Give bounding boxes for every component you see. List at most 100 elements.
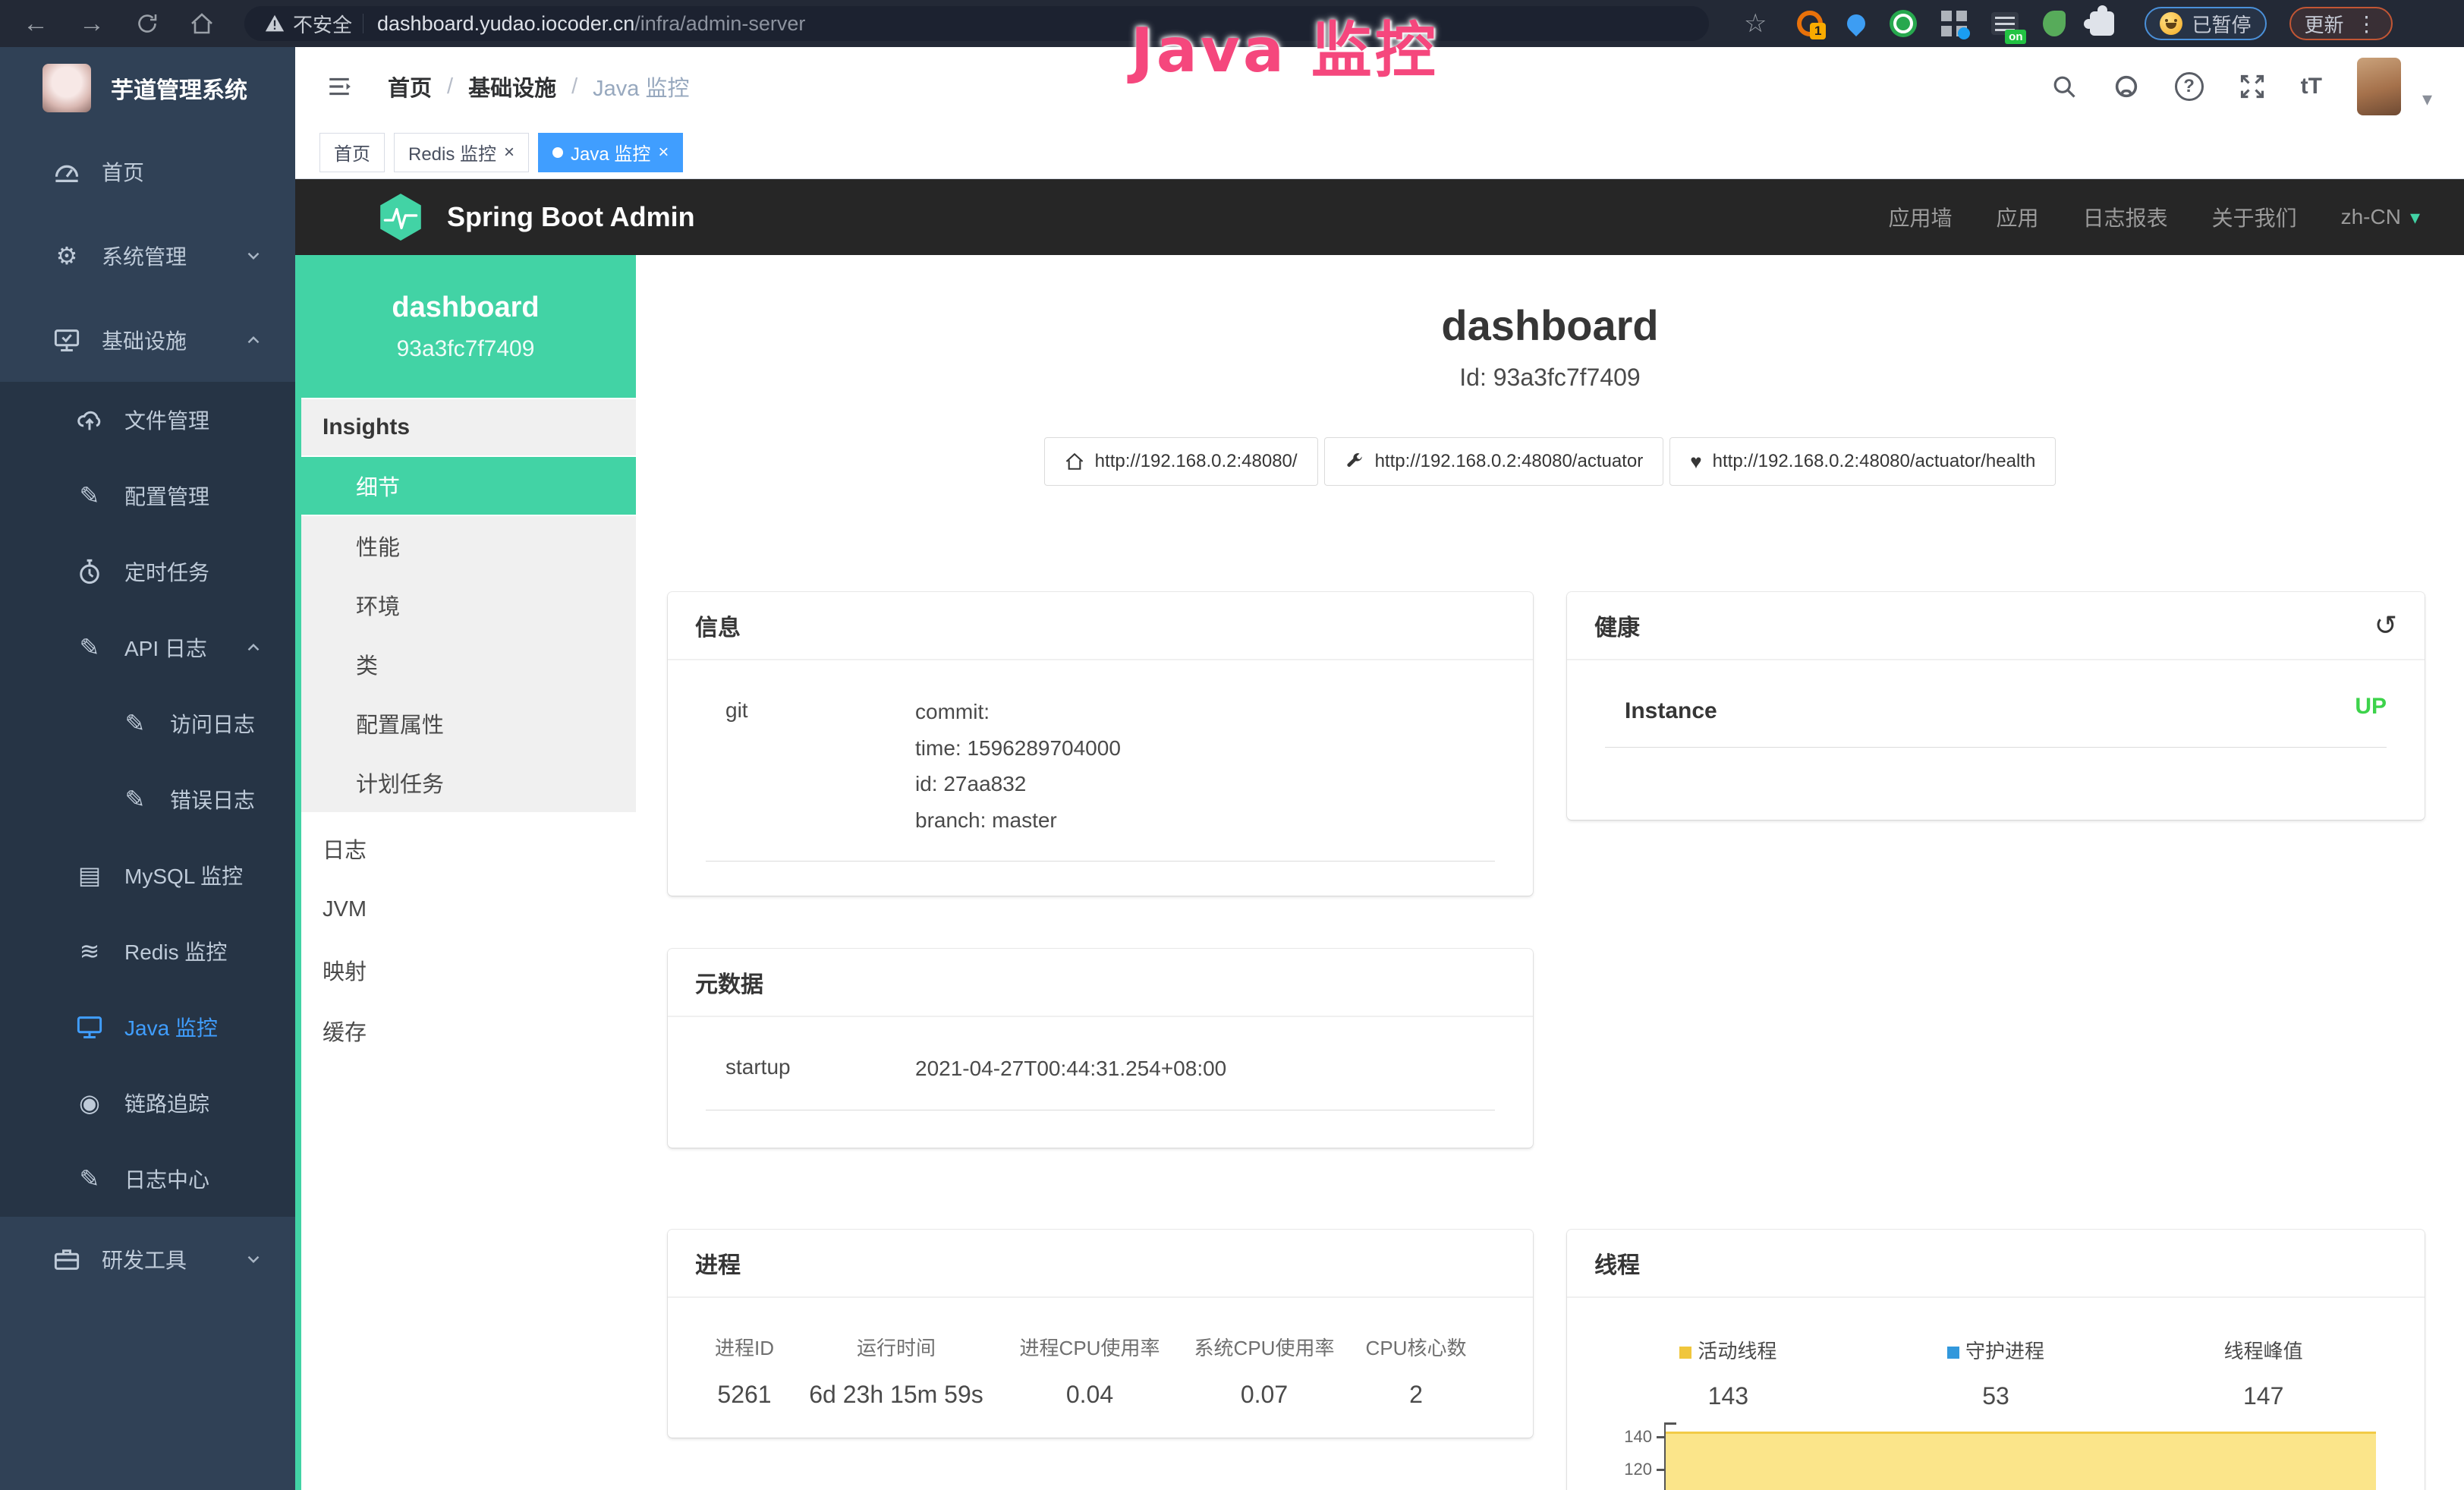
- history-icon[interactable]: ↺: [2374, 610, 2397, 641]
- sba-menu-config-props[interactable]: 配置属性: [295, 694, 636, 753]
- sidebar-item-label: 配置管理: [124, 480, 209, 511]
- profile-paused-chip[interactable]: 已暂停: [2145, 7, 2266, 40]
- extensions-puzzle-icon[interactable]: [2090, 11, 2114, 36]
- extension-list-icon[interactable]: on: [1991, 12, 2019, 35]
- tag-label: 首页: [334, 139, 370, 165]
- search-icon[interactable]: [2050, 73, 2078, 100]
- sba-menu-scheduled-tasks[interactable]: 计划任务: [295, 753, 636, 812]
- sidebar-item-scheduled-jobs[interactable]: 定时任务: [0, 534, 295, 610]
- app-sidebar: 芋道管理系统 首页 ⚙ 系统管理 基础设施 文件管理 ✎ 配置管理 定时任务 ✎…: [0, 47, 295, 1490]
- sidebar-item-java-monitor[interactable]: Java 监控: [0, 989, 295, 1065]
- font-size-icon[interactable]: tT: [2301, 74, 2322, 99]
- metadata-key: startup: [725, 1051, 915, 1087]
- process-card-title: 进程: [668, 1230, 1533, 1298]
- tag-home[interactable]: 首页: [319, 133, 385, 172]
- browser-forward-button[interactable]: →: [79, 11, 105, 36]
- sidebar-item-api-log[interactable]: ✎ API 日志: [0, 610, 295, 685]
- hamburger-icon[interactable]: [324, 74, 354, 99]
- app-logo-row[interactable]: 芋道管理系统: [0, 47, 295, 129]
- breadcrumb-home[interactable]: 首页: [388, 71, 432, 102]
- health-url-button[interactable]: ♥ http://192.168.0.2:48080/actuator/heal…: [1669, 437, 2056, 486]
- col-cpus: CPU核心数: [1348, 1333, 1484, 1361]
- tag-java-monitor[interactable]: Java 监控 ×: [538, 133, 683, 172]
- sba-nav-applications[interactable]: 应用: [1997, 202, 2039, 232]
- extension-sprout-icon[interactable]: [2043, 11, 2066, 36]
- ytick-120: 120: [1624, 1461, 1652, 1478]
- fullscreen-icon[interactable]: [2239, 73, 2266, 100]
- sidebar-item-home[interactable]: 首页: [0, 129, 295, 213]
- instance-name: dashboard: [392, 291, 539, 324]
- sidebar-item-dev-tools[interactable]: 研发工具: [0, 1217, 295, 1301]
- sidebar-item-config-manage[interactable]: ✎ 配置管理: [0, 458, 295, 534]
- browser-update-button[interactable]: 更新 ⋮: [2289, 7, 2393, 40]
- sba-nav-journal[interactable]: 日志报表: [2083, 202, 2168, 232]
- sba-brand[interactable]: Spring Boot Admin: [376, 190, 695, 244]
- help-icon[interactable]: ?: [2175, 72, 2204, 101]
- metadata-value: 2021-04-27T00:44:31.254+08:00: [915, 1051, 1495, 1087]
- user-avatar[interactable]: [2357, 58, 2401, 115]
- sidebar-item-access-log[interactable]: ✎ 访问日志: [0, 685, 295, 761]
- breadcrumb-infra[interactable]: 基础设施: [468, 71, 556, 102]
- sba-menu-mappings[interactable]: 映射: [295, 940, 636, 1000]
- live-threads-area: [1666, 1432, 2376, 1490]
- browser-back-button[interactable]: ←: [23, 11, 49, 36]
- sba-menu-logs[interactable]: 日志: [295, 818, 636, 879]
- monitor-check-icon: [53, 326, 80, 354]
- health-instance-row[interactable]: Instance UP: [1605, 688, 2387, 748]
- extension-green-icon[interactable]: [1890, 10, 1917, 37]
- sba-menu-caches[interactable]: 缓存: [295, 1000, 636, 1061]
- tag-redis-monitor[interactable]: Redis 监控 ×: [394, 133, 529, 172]
- ytick-140: 140: [1624, 1429, 1652, 1445]
- extension-grid-icon[interactable]: [1941, 11, 1967, 36]
- extension-sync-icon[interactable]: 1: [1797, 11, 1823, 36]
- extension-on-badge: on: [2005, 30, 2026, 44]
- sidebar-item-file-manage[interactable]: 文件管理: [0, 382, 295, 458]
- sba-menu-environment[interactable]: 环境: [295, 575, 636, 635]
- sidebar-item-tracing[interactable]: ◉ 链路追踪: [0, 1065, 295, 1141]
- sba-menu-jvm[interactable]: JVM: [295, 879, 636, 940]
- sba-nav-about[interactable]: 关于我们: [2212, 202, 2297, 232]
- paused-label: 已暂停: [2192, 10, 2251, 38]
- close-icon[interactable]: ×: [658, 143, 669, 162]
- sidebar-item-label: 首页: [102, 156, 144, 187]
- threads-chart-yaxis: 140 120 100: [1594, 1424, 1664, 1490]
- github-icon[interactable]: [2113, 73, 2140, 100]
- browser-reload-button[interactable]: [135, 11, 159, 36]
- chevron-down-icon: [244, 1249, 263, 1269]
- profile-emoji-icon: [2160, 12, 2182, 35]
- sidebar-item-mysql-monitor[interactable]: ▤ MySQL 监控: [0, 837, 295, 913]
- bookmark-star-icon[interactable]: ☆: [1744, 8, 1767, 39]
- sba-language-select[interactable]: zh-CN ▾: [2341, 205, 2420, 229]
- sba-logo-icon: [376, 190, 426, 244]
- sidebar-item-error-log[interactable]: ✎ 错误日志: [0, 761, 295, 837]
- sidebar-item-redis-monitor[interactable]: ≋ Redis 监控: [0, 913, 295, 989]
- browser-menu-icon[interactable]: ⋮: [2356, 11, 2377, 36]
- legend-daemon-threads: 守护进程: [1862, 1336, 2130, 1364]
- extension-pin-icon[interactable]: [1844, 11, 1870, 36]
- sba-nav-wallboard[interactable]: 应用墙: [1889, 202, 1953, 232]
- info-value: commit: time: 1596289704000 id: 27aa832 …: [915, 694, 1495, 838]
- health-key: Instance: [1625, 694, 1814, 724]
- address-bar[interactable]: 不安全 dashboard.yudao.iocoder.cn/infra/adm…: [244, 6, 1709, 41]
- tag-label: Redis 监控: [408, 139, 496, 165]
- sidebar-item-label: 定时任务: [124, 556, 209, 587]
- sidebar-item-system[interactable]: ⚙ 系统管理: [0, 213, 295, 298]
- sba-instance-header[interactable]: dashboard 93a3fc7f7409: [295, 255, 636, 398]
- sba-menu-metrics[interactable]: 性能: [295, 516, 636, 575]
- service-url-button[interactable]: http://192.168.0.2:48080/: [1044, 437, 1318, 486]
- browser-home-button[interactable]: [190, 11, 214, 36]
- sidebar-item-log-center[interactable]: ✎ 日志中心: [0, 1141, 295, 1217]
- sba-main-content: dashboard Id: 93a3fc7f7409 http://192.16…: [636, 255, 2464, 1490]
- process-table-header: 进程ID 运行时间 进程CPU使用率 系统CPU使用率 CPU核心数: [695, 1333, 1506, 1361]
- sba-menu-details[interactable]: 细节: [295, 457, 636, 516]
- sidebar-item-label: 系统管理: [102, 241, 187, 271]
- avatar-caret-icon[interactable]: ▾: [2422, 87, 2432, 115]
- actuator-url-button[interactable]: http://192.168.0.2:48080/actuator: [1324, 437, 1664, 486]
- sidebar-item-label: 访问日志: [170, 708, 255, 739]
- edit-icon: ✎: [76, 484, 103, 508]
- sba-menu-classes[interactable]: 类: [295, 635, 636, 694]
- chevron-up-icon: [244, 638, 263, 657]
- sidebar-item-infra[interactable]: 基础设施: [0, 298, 295, 382]
- close-icon[interactable]: ×: [504, 143, 515, 162]
- timer-icon: [76, 558, 103, 585]
